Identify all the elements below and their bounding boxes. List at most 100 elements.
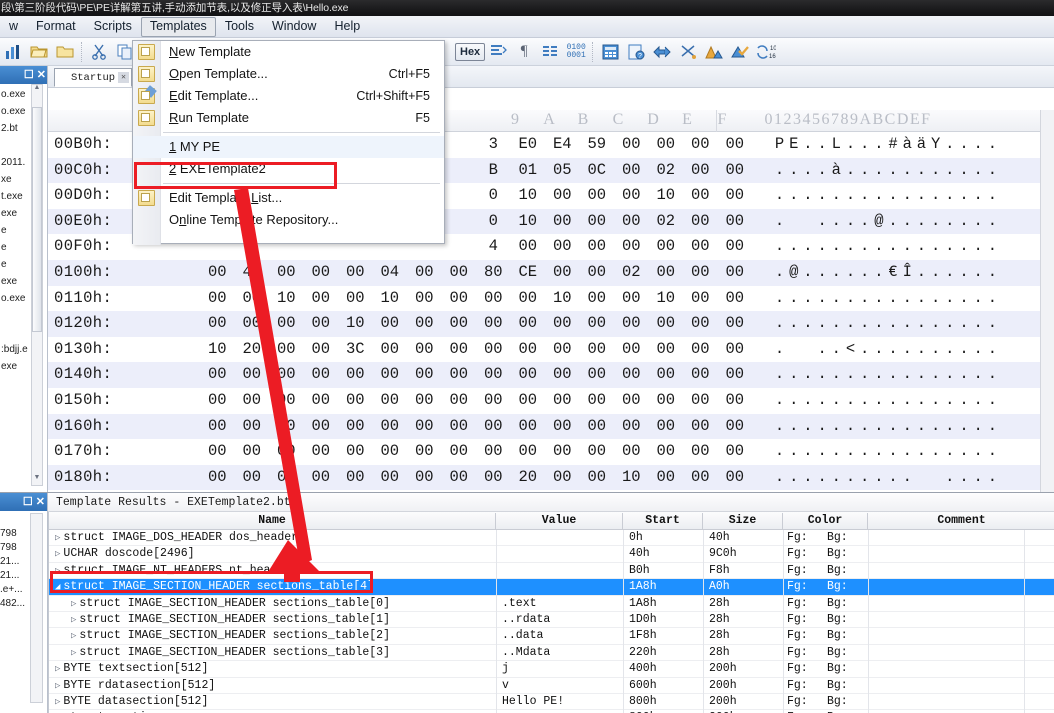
ascii-char[interactable]: .: [872, 337, 886, 363]
ascii-char[interactable]: .: [844, 234, 858, 260]
ascii-char[interactable]: .: [801, 183, 815, 209]
hex-byte[interactable]: 00: [614, 158, 649, 184]
hex-row[interactable]: 0170h: 00 00 00 00 00 00 00 00 00 00 00 00 00 00 00 00..…: [48, 439, 1054, 465]
results-cell-bg[interactable]: Bg:: [827, 596, 848, 612]
hex-byte[interactable]: 00: [269, 388, 304, 414]
hex-byte[interactable]: 10: [511, 183, 546, 209]
ascii-char[interactable]: .: [830, 234, 844, 260]
ascii-char[interactable]: <: [844, 337, 858, 363]
hex-byte[interactable]: 00: [235, 388, 270, 414]
histogram-icon[interactable]: [701, 40, 727, 64]
ascii-char[interactable]: .: [858, 132, 872, 158]
collapse-triangle-icon[interactable]: ◢: [55, 582, 60, 592]
ascii-char[interactable]: .: [872, 388, 886, 414]
expand-triangle-icon[interactable]: ▷: [55, 697, 60, 707]
table-row[interactable]: ▷ struct IMAGE_SECTION_HEADER sections_ta…: [49, 611, 1054, 629]
hex-byte[interactable]: 00: [545, 260, 580, 286]
ascii-char[interactable]: .: [773, 158, 787, 184]
hex-byte[interactable]: 00: [718, 388, 753, 414]
hex-bytes[interactable]: 00 00 00 00 10 00 00 00 00 00 00 00 00 00 00 00: [200, 311, 752, 337]
scroll-up-icon[interactable]: ▲: [32, 84, 42, 95]
hex-byte[interactable]: 00: [200, 311, 235, 337]
binary-icon[interactable]: 0100 0001: [563, 40, 589, 64]
hex-bytes[interactable]: 4 00 00 00 00 00 00 00: [476, 234, 752, 260]
results-cell-name[interactable]: ▷ struct IMAGE_SECTION_HEADER sections_ta…: [49, 645, 496, 661]
hex-byte[interactable]: 00: [545, 183, 580, 209]
hex-byte[interactable]: 00: [511, 414, 546, 440]
hex-byte[interactable]: 00: [545, 209, 580, 235]
hex-bytes[interactable]: 00 40 00 00 00 04 00 00 80 CE 00 00 02 00 00 00: [200, 260, 752, 286]
ascii-char[interactable]: .: [929, 337, 943, 363]
hex-byte[interactable]: 00: [269, 439, 304, 465]
ascii-char[interactable]: .: [830, 311, 844, 337]
hex-byte[interactable]: 00: [476, 286, 511, 312]
ascii-char[interactable]: @: [787, 260, 801, 286]
hex-byte[interactable]: 00: [269, 362, 304, 388]
ascii-char[interactable]: .: [986, 132, 1000, 158]
hex-byte[interactable]: 00: [545, 465, 580, 491]
hex-byte[interactable]: 00: [407, 286, 442, 312]
hex-byte[interactable]: 00: [649, 414, 684, 440]
hex-byte[interactable]: 10: [511, 209, 546, 235]
hex-byte[interactable]: 00: [718, 286, 753, 312]
ascii-char[interactable]: .: [830, 337, 844, 363]
hex-row[interactable]: 0140h: 00 00 00 00 00 00 00 00 00 00 00 00 00 00 00 00..…: [48, 362, 1054, 388]
hex-byte[interactable]: 00: [580, 183, 615, 209]
hex-byte[interactable]: 00: [442, 286, 477, 312]
ascii-char[interactable]: .: [972, 132, 986, 158]
ascii-char[interactable]: .: [787, 388, 801, 414]
results-cell-name[interactable]: ▷ struct IMAGE_SECTION_HEADER sections_ta…: [49, 628, 496, 644]
ascii-char[interactable]: .: [858, 260, 872, 286]
ascii-char[interactable]: .: [943, 132, 957, 158]
hex-bytes[interactable]: 00000000000000000000000000000000: [200, 439, 752, 465]
hex-bytes[interactable]: 00000000000000000000000000000000: [200, 362, 752, 388]
hex-byte[interactable]: 00: [200, 286, 235, 312]
hex-byte[interactable]: 00: [304, 388, 339, 414]
ascii-char[interactable]: .: [801, 286, 815, 312]
ascii-char[interactable]: .: [816, 362, 830, 388]
ascii-char[interactable]: .: [929, 286, 943, 312]
ascii-char[interactable]: .: [844, 260, 858, 286]
ascii-char[interactable]: .: [901, 158, 915, 184]
ascii-char[interactable]: @: [872, 209, 886, 235]
hex-byte[interactable]: E4: [545, 132, 580, 158]
hex-byte[interactable]: 00: [649, 234, 684, 260]
hex-byte[interactable]: 00: [269, 337, 304, 363]
ascii-char[interactable]: .: [986, 414, 1000, 440]
ascii-char[interactable]: .: [858, 311, 872, 337]
expand-triangle-icon[interactable]: ▷: [71, 599, 76, 609]
ascii-char[interactable]: .: [887, 286, 901, 312]
ascii-char[interactable]: .: [787, 414, 801, 440]
hex-bytes[interactable]: 10 20 00 00 3C 00 00 00 00 00 00 00 00 00 00 00: [200, 337, 752, 363]
hex-byte[interactable]: 00: [580, 465, 615, 491]
hex-byte[interactable]: 00: [683, 439, 718, 465]
hex-byte[interactable]: 00: [235, 286, 270, 312]
ascii-char[interactable]: .: [787, 158, 801, 184]
ascii-char[interactable]: .: [816, 260, 830, 286]
ascii-char[interactable]: .: [901, 234, 915, 260]
hex-byte[interactable]: 00: [718, 337, 753, 363]
hex-row[interactable]: 0150h: 00 00 00 00 00 00 00 00 00 00 00 00 00 00 00 00..…: [48, 387, 1054, 414]
expand-triangle-icon[interactable]: ▷: [55, 664, 60, 674]
ascii-char[interactable]: .: [972, 465, 986, 491]
hex-byte[interactable]: 00: [235, 414, 270, 440]
ascii-char[interactable]: .: [844, 465, 858, 491]
hex-byte[interactable]: 00: [718, 183, 753, 209]
ascii-char[interactable]: ä: [915, 132, 929, 158]
hex-byte[interactable]: 00: [718, 362, 753, 388]
ascii-char[interactable]: #: [887, 132, 901, 158]
ascii-char[interactable]: .: [787, 439, 801, 465]
ascii-char[interactable]: .: [773, 234, 787, 260]
results-cell-fg[interactable]: Fg:: [787, 694, 808, 710]
ascii-char[interactable]: .: [858, 234, 872, 260]
hex-byte[interactable]: 00: [304, 362, 339, 388]
hex-byte[interactable]: 00: [373, 337, 408, 363]
hex-byte[interactable]: 00: [580, 209, 615, 235]
hex-byte[interactable]: 00: [200, 388, 235, 414]
ascii-char[interactable]: .: [915, 209, 929, 235]
hex-byte[interactable]: 0: [476, 209, 511, 235]
hex-byte[interactable]: 00: [683, 414, 718, 440]
ascii-char[interactable]: .: [957, 311, 971, 337]
ascii-char[interactable]: .: [872, 234, 886, 260]
hex-byte[interactable]: 00: [545, 439, 580, 465]
